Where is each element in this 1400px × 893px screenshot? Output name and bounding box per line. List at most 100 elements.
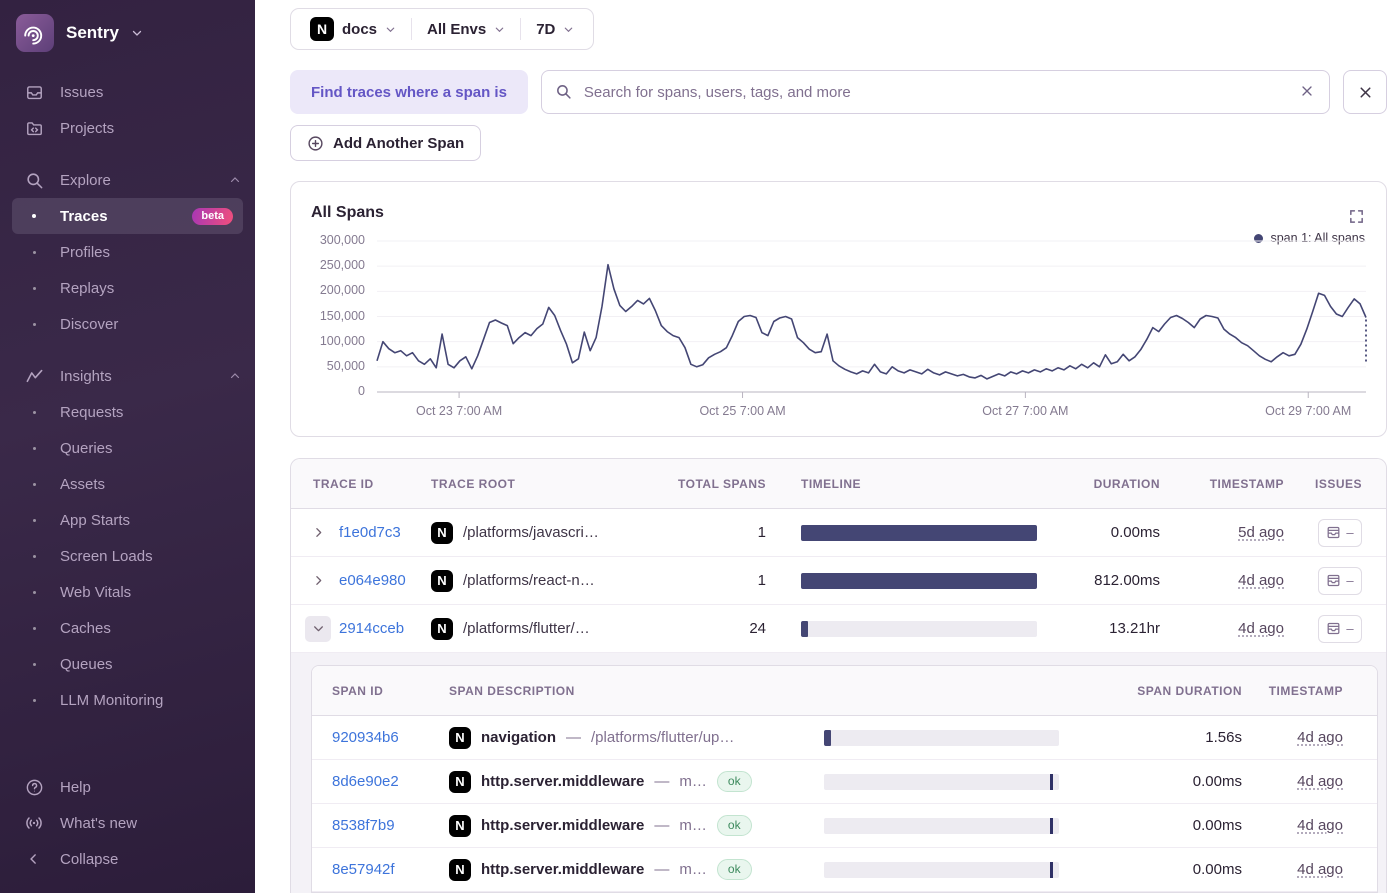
span-id-link[interactable]: 8538f7b9: [332, 817, 395, 834]
issues-icon: [24, 83, 44, 102]
total-spans: 1: [662, 524, 774, 541]
sidebar-collapse-button[interactable]: Collapse: [0, 841, 255, 877]
y-axis-label: 0: [291, 384, 365, 398]
y-axis-label: 200,000: [291, 283, 365, 297]
org-name: Sentry: [66, 23, 119, 43]
expanded-trace-spans: SPAN IDSPAN DESCRIPTIONSPAN DURATIONTIME…: [291, 653, 1386, 893]
search-box: [541, 70, 1330, 114]
sidebar-item-screen-loads[interactable]: Screen Loads: [0, 538, 255, 574]
nextjs-platform-icon: N: [449, 815, 471, 837]
sidebar-item-issues[interactable]: Issues: [0, 74, 255, 110]
issues-button[interactable]: –: [1318, 519, 1362, 547]
trace-row: f1e0d7c3N/platforms/javascri…10.00ms5d a…: [291, 509, 1386, 557]
chart-title: All Spans: [311, 204, 384, 222]
issues-button[interactable]: –: [1318, 567, 1362, 595]
sidebar-item-requests[interactable]: Requests: [0, 394, 255, 430]
sidebar-nav: IssuesProjectsExploreTracesbetaProfilesR…: [0, 64, 255, 734]
trace-row: e064e980N/platforms/react-n…1812.00ms4d …: [291, 557, 1386, 605]
sidebar-item-discover[interactable]: Discover: [0, 306, 255, 342]
sidebar-item-profiles[interactable]: Profiles: [0, 234, 255, 270]
add-another-span-button[interactable]: Add Another Span: [290, 125, 481, 161]
trace-id-link[interactable]: f1e0d7c3: [339, 524, 401, 541]
span-description: /platforms/flutter/up…: [591, 729, 734, 746]
column-header: SPAN DESCRIPTION: [449, 684, 822, 698]
chart-canvas: [375, 234, 1368, 411]
sidebar-item-assets[interactable]: Assets: [0, 466, 255, 502]
chevron-down-icon: [385, 24, 396, 35]
environment-selector[interactable]: All Envs: [412, 21, 520, 38]
help-icon: [24, 778, 44, 797]
sidebar: Sentry IssuesProjects ExploreTracesbetaPr…: [0, 0, 255, 893]
total-spans: 24: [662, 620, 774, 637]
timestamp: 4d ago: [1297, 773, 1343, 790]
column-header: SPAN DURATION: [1072, 684, 1242, 698]
span-query-row: Find traces where a span is: [290, 70, 1387, 114]
sidebar-item-queues[interactable]: Queues: [0, 646, 255, 682]
find-traces-chip: Find traces where a span is: [290, 70, 528, 114]
issues-icon: [1326, 621, 1341, 636]
nextjs-platform-icon: N: [449, 859, 471, 881]
span-operation: navigation: [481, 729, 556, 746]
sidebar-item-app-starts[interactable]: App Starts: [0, 502, 255, 538]
chevron-down-icon: [131, 27, 143, 39]
issues-button[interactable]: –: [1318, 615, 1362, 643]
timestamp: 5d ago: [1238, 524, 1284, 541]
span-operation: http.server.middleware: [481, 773, 644, 790]
project-selector[interactable]: N docs: [295, 17, 411, 41]
clear-search-icon[interactable]: [1299, 83, 1315, 104]
sidebar-section-explore[interactable]: Explore: [0, 162, 255, 198]
sidebar-item-web-vitals[interactable]: Web Vitals: [0, 574, 255, 610]
trace-id-link[interactable]: 2914cceb: [339, 620, 404, 637]
timeline-bar: [801, 621, 1037, 637]
chevron-down-icon: [563, 24, 574, 35]
span-id-link[interactable]: 920934b6: [332, 729, 399, 746]
sidebar-item-caches[interactable]: Caches: [0, 610, 255, 646]
expand-row-icon[interactable]: [305, 520, 331, 546]
y-axis-label: 300,000: [291, 233, 365, 247]
sidebar-item-what-s-new[interactable]: What's new: [0, 805, 255, 841]
span-row: 8d6e90e2Nhttp.server.middleware—m…ok0.00…: [312, 760, 1377, 804]
org-dropdown[interactable]: Sentry: [0, 0, 255, 64]
date-range-selector[interactable]: 7D: [521, 21, 589, 38]
timeline-bar: [824, 730, 1059, 746]
sidebar-item-replays[interactable]: Replays: [0, 270, 255, 306]
fullscreen-icon[interactable]: [1348, 208, 1365, 225]
trace-row: 2914ccebN/platforms/flutter/…2413.21hr4d…: [291, 605, 1386, 653]
status-badge: ok: [717, 859, 752, 879]
sidebar-item-llm-monitoring[interactable]: LLM Monitoring: [0, 682, 255, 718]
nextjs-platform-icon: N: [449, 771, 471, 793]
bullet-icon: [24, 287, 44, 290]
insights-icon: [24, 367, 44, 386]
all-spans-chart-panel: All Spans span 1: All spans 300,000250,0…: [290, 181, 1387, 437]
span-id-link[interactable]: 8d6e90e2: [332, 773, 399, 790]
span-duration: 1.56s: [1072, 729, 1242, 746]
bullet-icon: [24, 323, 44, 326]
span-description: m…: [679, 861, 707, 878]
sidebar-item-help[interactable]: Help: [0, 769, 255, 805]
span-operation: http.server.middleware: [481, 817, 644, 834]
nextjs-platform-icon: N: [431, 522, 453, 544]
column-header: TIMELINE: [774, 477, 1064, 491]
nextjs-platform-icon: N: [431, 618, 453, 640]
trace-root: /platforms/flutter/…: [463, 620, 590, 637]
column-header: TRACE ROOT: [431, 477, 662, 491]
trace-id-link[interactable]: e064e980: [339, 572, 406, 589]
bullet-icon: [24, 411, 44, 414]
span-id-link[interactable]: 8e57942f: [332, 861, 395, 878]
column-header: DURATION: [1064, 477, 1176, 491]
sentry-logo-icon: [16, 14, 54, 52]
span-duration: 0.00ms: [1072, 773, 1242, 790]
column-header: TOTAL SPANS: [662, 477, 774, 491]
expand-row-icon[interactable]: [305, 568, 331, 594]
column-header: TIMESTAMP: [1242, 684, 1377, 698]
collapse-row-icon[interactable]: [305, 616, 331, 642]
sidebar-section-insights[interactable]: Insights: [0, 358, 255, 394]
trace-duration: 0.00ms: [1064, 524, 1176, 541]
sidebar-item-projects[interactable]: Projects: [0, 110, 255, 146]
sidebar-item-queries[interactable]: Queries: [0, 430, 255, 466]
span-search-input[interactable]: [541, 70, 1330, 114]
span-row: 8e57942fNhttp.server.middleware—m…ok0.00…: [312, 848, 1377, 892]
remove-span-filter-button[interactable]: [1343, 70, 1387, 114]
sidebar-item-traces[interactable]: Tracesbeta: [12, 198, 243, 234]
timeline-bar: [801, 573, 1037, 589]
